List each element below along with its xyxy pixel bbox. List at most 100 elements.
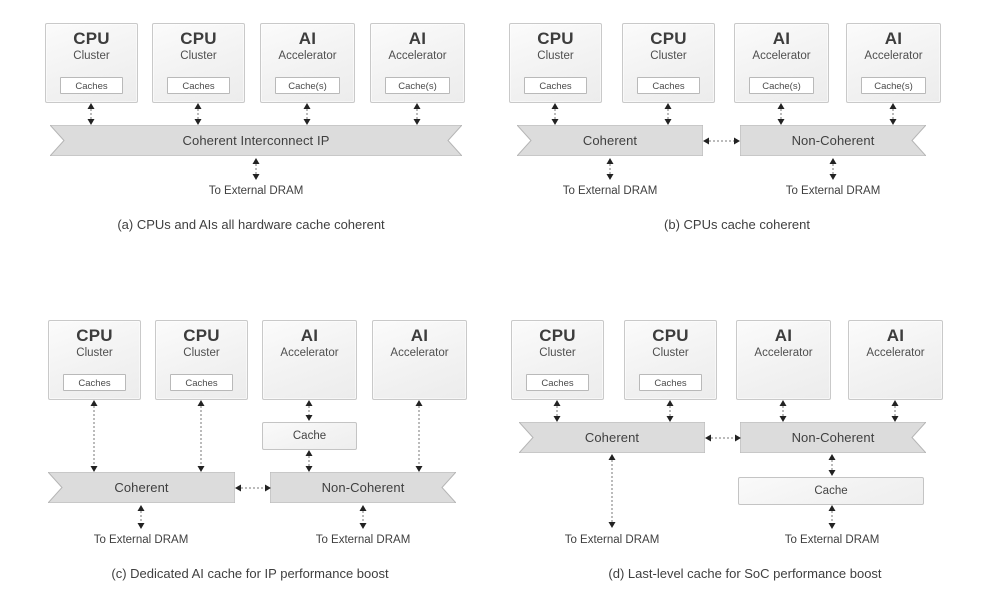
ip-block-ai-accelerator: AI Accelerator xyxy=(262,320,357,400)
connector-arrow-vertical xyxy=(776,103,786,125)
ip-block-title: CPU xyxy=(650,29,687,48)
ip-block-title: AI xyxy=(300,326,319,345)
ip-block-title: AI xyxy=(298,29,317,48)
connector-arrow-dram xyxy=(251,158,261,180)
connector-arrow-vertical xyxy=(665,400,675,422)
ip-block-cpu-cluster: CPU Cluster Caches xyxy=(511,320,604,400)
ip-block-title: CPU xyxy=(537,29,574,48)
connector-arrow-vertical xyxy=(304,450,314,472)
figure-canvas: CPU Cluster Caches CPU Cluster Caches AI… xyxy=(0,0,1004,603)
ip-block-subtitle: Accelerator xyxy=(390,347,449,359)
ip-block-title: CPU xyxy=(539,326,576,345)
ip-block-subtitle: Cluster xyxy=(76,347,113,359)
interconnect-bar-label: Non-Coherent xyxy=(791,133,875,148)
ip-block-subtitle: Accelerator xyxy=(754,347,813,359)
ip-block-ai-accelerator: AI Accelerator Cache(s) xyxy=(260,23,355,103)
ip-block-subtitle: Cluster xyxy=(652,347,689,359)
dedicated-ai-cache-box: Cache xyxy=(262,422,357,450)
connector-arrow-vertical xyxy=(890,400,900,422)
inner-cache-box: Caches xyxy=(60,77,123,94)
dram-label: To External DRAM xyxy=(564,534,660,546)
cache-box-label: Cache xyxy=(814,485,848,497)
connector-arrow-dram-long xyxy=(607,454,617,528)
connector-arrow-vertical xyxy=(550,103,560,125)
ip-block-subtitle: Cluster xyxy=(183,347,220,359)
inner-cache-box: Cache(s) xyxy=(385,77,450,94)
ip-block-ai-accelerator: AI Accelerator xyxy=(848,320,943,400)
ip-block-ai-accelerator: AI Accelerator xyxy=(736,320,831,400)
inner-cache-box: Caches xyxy=(524,77,587,94)
panel-caption: (d) Last-level cache for SoC performance… xyxy=(608,566,882,581)
interconnect-bar-label: Coherent xyxy=(584,430,640,445)
connector-arrow-horizontal xyxy=(705,432,741,444)
inner-cache-box: Cache(s) xyxy=(749,77,814,94)
connector-arrow-vertical xyxy=(827,454,837,476)
connector-arrow-vertical-long xyxy=(414,400,424,472)
interconnect-bar-label: Non-Coherent xyxy=(791,430,875,445)
inner-cache-box: Cache(s) xyxy=(861,77,926,94)
ip-block-cpu-cluster: CPU Cluster Caches xyxy=(509,23,602,103)
interconnect-bar-coherent: Coherent xyxy=(519,422,705,453)
ip-block-subtitle: Cluster xyxy=(73,50,110,62)
ip-block-title: AI xyxy=(886,326,905,345)
last-level-cache-box: Cache xyxy=(738,477,924,505)
inner-cache-box: Caches xyxy=(63,374,126,391)
connector-arrow-vertical xyxy=(663,103,673,125)
ip-block-subtitle: Accelerator xyxy=(280,347,339,359)
ip-block-ai-accelerator: AI Accelerator Cache(s) xyxy=(370,23,465,103)
connector-arrow-horizontal xyxy=(235,482,271,494)
ip-block-title: AI xyxy=(408,29,427,48)
interconnect-bar-coherent-interconnect-ip: Coherent Interconnect IP xyxy=(50,125,462,156)
interconnect-bar-non-coherent: Non-Coherent xyxy=(740,125,926,156)
connector-arrow-dram xyxy=(605,158,615,180)
interconnect-bar-label: Coherent Interconnect IP xyxy=(182,133,330,148)
ip-block-title: CPU xyxy=(73,29,110,48)
panel-caption: (a) CPUs and AIs all hardware cache cohe… xyxy=(117,217,385,232)
connector-arrow-dram xyxy=(136,505,146,529)
inner-cache-box: Caches xyxy=(526,374,589,391)
interconnect-bar-coherent: Coherent xyxy=(48,472,235,503)
ip-block-subtitle: Accelerator xyxy=(752,50,811,62)
ip-block-ai-accelerator: AI Accelerator xyxy=(372,320,467,400)
ip-block-subtitle: Accelerator xyxy=(864,50,923,62)
dram-label: To External DRAM xyxy=(315,534,411,546)
ip-block-cpu-cluster: CPU Cluster Caches xyxy=(624,320,717,400)
connector-arrow-vertical xyxy=(552,400,562,422)
connector-arrow-vertical xyxy=(412,103,422,125)
connector-arrow-vertical-long xyxy=(89,400,99,472)
ip-block-subtitle: Accelerator xyxy=(278,50,337,62)
ip-block-ai-accelerator: AI Accelerator Cache(s) xyxy=(846,23,941,103)
connector-arrow-horizontal xyxy=(703,135,740,147)
ip-block-cpu-cluster: CPU Cluster Caches xyxy=(45,23,138,103)
ip-block-title: CPU xyxy=(180,29,217,48)
panel-caption: (c) Dedicated AI cache for IP performanc… xyxy=(111,566,389,581)
ip-block-subtitle: Cluster xyxy=(180,50,217,62)
dram-label: To External DRAM xyxy=(208,185,304,197)
inner-cache-box: Caches xyxy=(639,374,702,391)
panel-d: CPU Cluster Caches CPU Cluster Caches AI… xyxy=(502,300,1004,603)
connector-arrow-vertical xyxy=(778,400,788,422)
ip-block-cpu-cluster: CPU Cluster Caches xyxy=(155,320,248,400)
connector-arrow-vertical xyxy=(193,103,203,125)
connector-arrow-dram xyxy=(827,505,837,529)
interconnect-bar-coherent: Coherent xyxy=(517,125,703,156)
inner-cache-box: Caches xyxy=(637,77,700,94)
dram-label: To External DRAM xyxy=(93,534,189,546)
panel-b: CPU Cluster Caches CPU Cluster Caches AI… xyxy=(502,0,1004,300)
ip-block-title: AI xyxy=(772,29,791,48)
ip-block-title: CPU xyxy=(76,326,113,345)
connector-arrow-vertical xyxy=(302,103,312,125)
ip-block-cpu-cluster: CPU Cluster Caches xyxy=(622,23,715,103)
ip-block-title: AI xyxy=(884,29,903,48)
dram-label: To External DRAM xyxy=(785,185,881,197)
ip-block-cpu-cluster: CPU Cluster Caches xyxy=(48,320,141,400)
ip-block-subtitle: Cluster xyxy=(650,50,687,62)
connector-arrow-vertical-long xyxy=(196,400,206,472)
connector-arrow-dram xyxy=(828,158,838,180)
ip-block-title: CPU xyxy=(183,326,220,345)
panel-a: CPU Cluster Caches CPU Cluster Caches AI… xyxy=(0,0,502,300)
ip-block-ai-accelerator: AI Accelerator Cache(s) xyxy=(734,23,829,103)
ip-block-subtitle: Accelerator xyxy=(866,347,925,359)
connector-arrow-vertical xyxy=(86,103,96,125)
interconnect-bar-non-coherent: Non-Coherent xyxy=(740,422,926,453)
